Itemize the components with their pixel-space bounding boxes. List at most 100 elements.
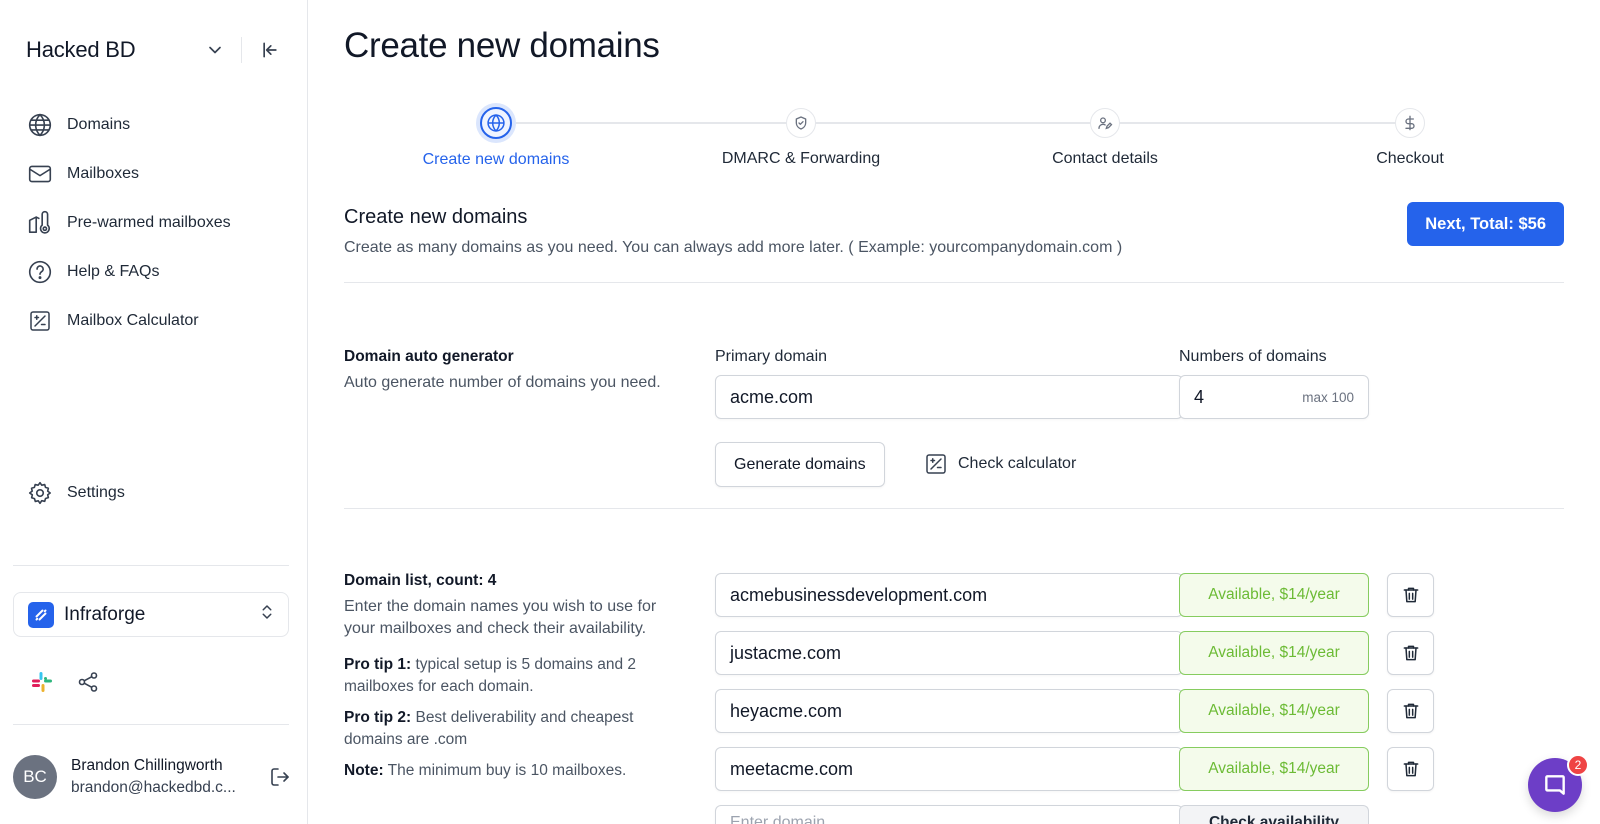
- logout-icon[interactable]: [267, 764, 293, 790]
- sidebar-item-mailboxes[interactable]: Mailboxes: [26, 149, 286, 198]
- globe-icon: [26, 111, 54, 139]
- step-create-new-domains[interactable]: Create new domains: [396, 107, 596, 169]
- workspace-name[interactable]: Hacked BD: [26, 37, 203, 63]
- availability-badge: Available, $14/year: [1179, 631, 1369, 675]
- stepper: Create new domains DMARC & Forwarding Co…: [344, 107, 1564, 178]
- infraforge-logo-icon: [28, 601, 54, 628]
- chat-icon: [1545, 775, 1565, 795]
- pro-tip-2-label: Pro tip 2:: [344, 709, 412, 726]
- domain-value: justacme.com: [730, 642, 842, 663]
- domain-input-row-4[interactable]: meetacme.com: [715, 747, 1183, 791]
- page-title: Create new domains: [344, 26, 660, 65]
- sidebar-item-label: Mailbox Calculator: [67, 311, 199, 329]
- domain-list-title: Domain list, count: 4: [344, 572, 497, 589]
- stepper-line: [496, 122, 1410, 124]
- calculator-icon: [926, 454, 946, 474]
- share-icon[interactable]: [76, 670, 100, 699]
- sidebar-item-settings[interactable]: Settings: [26, 468, 286, 517]
- domain-count-value: 4: [1194, 386, 1205, 407]
- globe-icon: [480, 107, 512, 139]
- chevron-down-icon[interactable]: [203, 38, 227, 62]
- domain-count-max: max 100: [1302, 389, 1354, 405]
- check-availability-button[interactable]: Check availability: [1179, 805, 1369, 824]
- check-calculator-label: Check calculator: [958, 455, 1077, 472]
- sidebar-item-label: Pre-warmed mailboxes: [67, 213, 231, 231]
- availability-badge: Available, $14/year: [1179, 747, 1369, 791]
- organization-name: Infraforge: [64, 603, 146, 625]
- user-email: brandon@hackedbd.c...: [71, 779, 236, 796]
- section-header: Create new domains Create as many domain…: [344, 202, 1564, 257]
- shield-check-icon: [786, 108, 816, 138]
- organization-select[interactable]: Infraforge: [13, 592, 289, 637]
- chevron-up-down-icon: [258, 603, 276, 626]
- generate-domains-button[interactable]: Generate domains: [715, 442, 885, 487]
- question-icon: [26, 258, 54, 286]
- section-divider: [344, 508, 1564, 509]
- sidebar-item-mailbox-calculator[interactable]: Mailbox Calculator: [26, 296, 286, 345]
- header-divider: [241, 37, 242, 63]
- calculator-icon: [26, 307, 54, 335]
- domain-list-intro: Domain list, count: 4 Enter the domain n…: [344, 572, 684, 782]
- domain-count-input[interactable]: 4 max 100: [1179, 375, 1369, 419]
- primary-domain-value: acme.com: [730, 386, 814, 407]
- step-contact-details[interactable]: Contact details: [1005, 108, 1205, 168]
- note-label: Note:: [344, 762, 384, 779]
- sidebar-item-domains[interactable]: Domains: [26, 100, 286, 149]
- trash-icon: [1403, 761, 1418, 777]
- gear-icon: [26, 479, 54, 507]
- avatar[interactable]: BC: [13, 755, 57, 799]
- note: Note: The minimum buy is 10 mailboxes.: [344, 760, 684, 782]
- step-label: Create new domains: [422, 151, 570, 168]
- primary-domain-input[interactable]: acme.com: [715, 375, 1183, 419]
- sidebar-item-label: Help & FAQs: [67, 262, 160, 280]
- thermometer-icon: [26, 209, 54, 237]
- next-button[interactable]: Next, Total: $56: [1407, 202, 1564, 246]
- domain-value: acmebusinessdevelopment.com: [730, 584, 988, 605]
- check-calculator-button[interactable]: Check calculator: [924, 452, 1076, 476]
- delete-domain-button[interactable]: [1387, 747, 1434, 791]
- delete-domain-button[interactable]: [1387, 631, 1434, 675]
- domain-value: heyacme.com: [730, 700, 843, 721]
- sidebar-nav: Domains Mailboxes Pre-warmed mailboxes H…: [26, 100, 286, 345]
- sidebar-settings-wrapper: Settings: [26, 468, 286, 517]
- step-checkout[interactable]: Checkout: [1310, 108, 1510, 168]
- sidebar-item-pre-warmed-mailboxes[interactable]: Pre-warmed mailboxes: [26, 198, 286, 247]
- chat-unread-badge: 2: [1567, 754, 1589, 776]
- slack-icon[interactable]: [30, 670, 54, 699]
- generator-description: Auto generate number of domains you need…: [344, 374, 661, 391]
- domain-value: meetacme.com: [730, 758, 854, 779]
- trash-icon: [1403, 587, 1418, 603]
- user-profile: BC Brandon Chillingworth brandon@hackedb…: [13, 752, 293, 802]
- availability-badge: Available, $14/year: [1179, 689, 1369, 733]
- trash-icon: [1403, 703, 1418, 719]
- main-content: Create new domains Create new domains DM…: [344, 0, 1564, 824]
- sidebar-item-label: Mailboxes: [67, 164, 140, 182]
- delete-domain-button[interactable]: [1387, 573, 1434, 617]
- step-label: Contact details: [1052, 150, 1158, 167]
- new-domain-input[interactable]: Enter domain: [715, 805, 1183, 824]
- domain-count-label: Numbers of domains: [1179, 348, 1327, 365]
- section-title: Create new domains: [344, 206, 528, 228]
- sidebar-item-label: Domains: [67, 115, 131, 133]
- domain-input-row-1[interactable]: acmebusinessdevelopment.com: [715, 573, 1183, 617]
- availability-badge: Available, $14/year: [1179, 573, 1369, 617]
- sidebar-item-help-faqs[interactable]: Help & FAQs: [26, 247, 286, 296]
- domain-list-description: Enter the domain names you wish to use f…: [344, 598, 657, 637]
- pro-tip-1: Pro tip 1: typical setup is 5 domains an…: [344, 654, 684, 698]
- trash-icon: [1403, 645, 1418, 661]
- collapse-sidebar-icon[interactable]: [258, 38, 282, 62]
- new-domain-placeholder: Enter domain: [730, 814, 826, 824]
- pro-tip-1-label: Pro tip 1:: [344, 656, 412, 673]
- delete-domain-button[interactable]: [1387, 689, 1434, 733]
- integrations-row: [30, 670, 100, 699]
- note-text: The minimum buy is 10 mailboxes.: [383, 762, 627, 779]
- section-description: Create as many domains as you need. You …: [344, 239, 1123, 256]
- domain-input-row-2[interactable]: justacme.com: [715, 631, 1183, 675]
- pro-tip-2: Pro tip 2: Best deliverability and cheap…: [344, 707, 684, 751]
- envelope-icon: [26, 160, 54, 188]
- workspace-header: Hacked BD: [26, 34, 282, 66]
- step-dmarc-forwarding[interactable]: DMARC & Forwarding: [701, 108, 901, 168]
- step-label: Checkout: [1376, 150, 1444, 167]
- sidebar-divider: [13, 565, 289, 566]
- domain-input-row-3[interactable]: heyacme.com: [715, 689, 1183, 733]
